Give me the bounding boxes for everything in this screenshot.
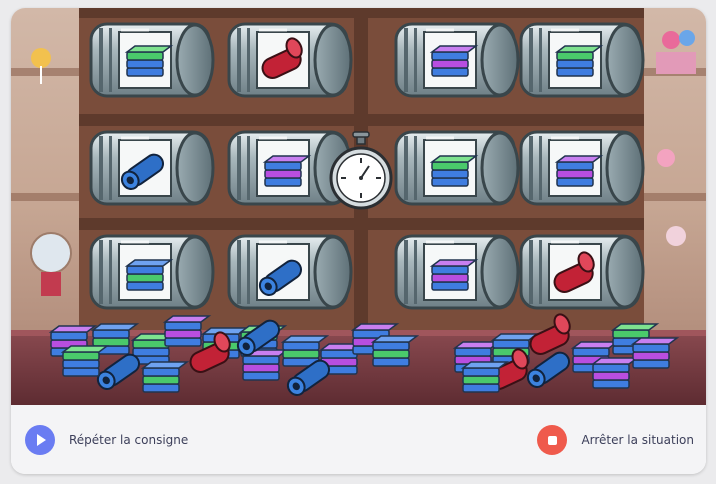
game-card: Répéter la consigne Arrêter la situation (11, 8, 706, 474)
gumball-machine-icon (30, 232, 72, 274)
lollipop-icon (31, 48, 51, 68)
jar-r2-c1[interactable] (89, 130, 215, 206)
jar-r2-c3[interactable] (394, 130, 520, 206)
jar-r1-c3[interactable] (394, 22, 520, 98)
jar-r3-c2[interactable] (227, 234, 353, 310)
jar-r1-c1[interactable] (89, 22, 215, 98)
repeat-instruction-button[interactable]: Répéter la consigne (25, 425, 188, 455)
repeat-instruction-label[interactable]: Répéter la consigne (69, 433, 188, 447)
jar-r3-c4[interactable] (519, 234, 645, 310)
candy-shop-scene (11, 8, 706, 405)
jar-r3-c1[interactable] (89, 234, 215, 310)
jar-r2-c4[interactable] (519, 130, 645, 206)
jar-r1-c2[interactable] (227, 22, 353, 98)
stop-icon[interactable] (537, 425, 568, 455)
jar-r1-c4[interactable] (519, 22, 645, 98)
stop-situation-button[interactable]: Arrêter la situation (537, 425, 694, 455)
footer-bar: Répéter la consigne Arrêter la situation (11, 405, 706, 474)
play-icon[interactable] (25, 425, 55, 455)
jar-r3-c3[interactable] (394, 234, 520, 310)
stop-situation-label[interactable]: Arrêter la situation (581, 433, 694, 447)
